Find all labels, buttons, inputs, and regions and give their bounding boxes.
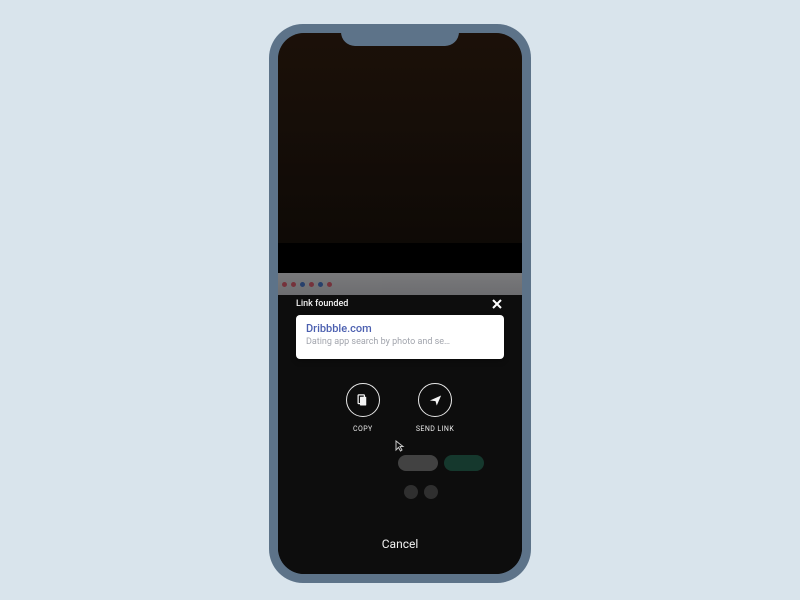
send-icon (428, 393, 443, 408)
captured-browser-tabs (278, 273, 522, 295)
cancel-button[interactable]: Cancel (278, 532, 522, 556)
copy-icon (355, 393, 370, 408)
link-subtitle: Dating app search by photo and se… (306, 336, 494, 348)
link-preview-card[interactable]: Dribbble.com Dating app search by photo … (296, 315, 504, 359)
copy-button[interactable]: COPY (346, 383, 380, 433)
camera-backdrop-band (278, 243, 522, 273)
close-icon (491, 298, 503, 310)
close-button[interactable] (490, 297, 504, 311)
toast-row: Link founded (296, 296, 504, 312)
phone-frame: Link founded Dribbble.com Dating app sea… (269, 24, 531, 583)
copy-label: COPY (353, 425, 373, 433)
link-title: Dribbble.com (306, 322, 494, 336)
send-link-button[interactable]: SEND LINK (416, 383, 454, 433)
send-link-label: SEND LINK (416, 425, 454, 433)
toast-text: Link founded (296, 299, 348, 309)
phone-screen: Link founded Dribbble.com Dating app sea… (278, 33, 522, 574)
copy-icon-circle (346, 383, 380, 417)
action-row: COPY SEND LINK (278, 383, 522, 453)
send-icon-circle (418, 383, 452, 417)
phone-notch (341, 24, 459, 46)
cancel-label: Cancel (382, 537, 419, 551)
camera-backdrop-top (278, 33, 522, 243)
